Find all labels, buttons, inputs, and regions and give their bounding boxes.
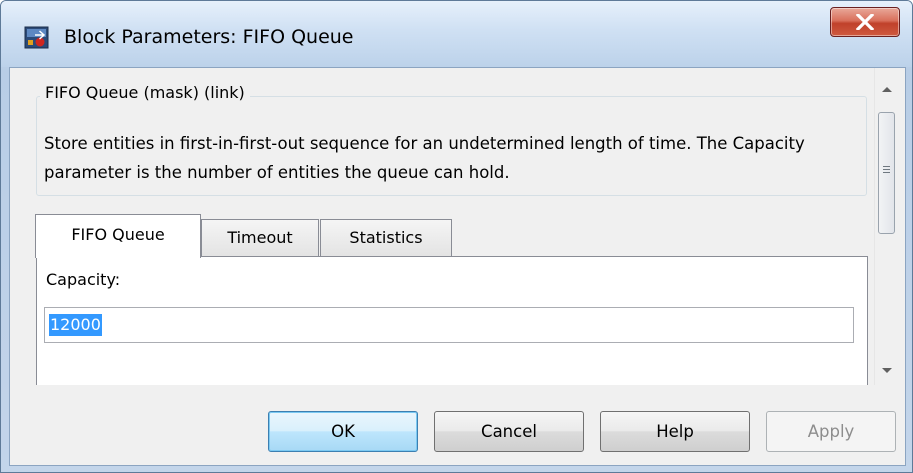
ok-button[interactable]: OK xyxy=(268,411,418,452)
capacity-input[interactable]: 12000 xyxy=(44,307,854,343)
tab-fifo-queue[interactable]: FIFO Queue xyxy=(35,214,201,258)
cancel-button[interactable]: Cancel xyxy=(434,411,584,452)
title-bar[interactable]: Block Parameters: FIFO Queue xyxy=(1,1,912,67)
parameters-scroll-area: FIFO Queue (mask) (link) Store entities … xyxy=(10,68,874,385)
chevron-down-icon[interactable] xyxy=(882,368,892,373)
button-row: OK Cancel Help Apply xyxy=(10,385,905,465)
capacity-value[interactable]: 12000 xyxy=(49,314,102,336)
capacity-label: Capacity: xyxy=(46,270,121,289)
tab-label: FIFO Queue xyxy=(71,225,165,244)
tab-statistics[interactable]: Statistics xyxy=(320,219,452,257)
close-icon xyxy=(856,14,874,30)
group-legend: FIFO Queue (mask) (link) xyxy=(40,83,250,102)
close-button[interactable] xyxy=(830,7,900,37)
help-button[interactable]: Help xyxy=(600,411,750,452)
scrollbar-grip-icon xyxy=(883,166,890,174)
tab-label: Timeout xyxy=(227,228,293,247)
tab-label: Statistics xyxy=(349,228,423,247)
simulink-block-icon[interactable] xyxy=(24,26,49,49)
dialog-client-area: FIFO Queue (mask) (link) Store entities … xyxy=(9,67,906,466)
block-description: Store entities in first-in-first-out seq… xyxy=(44,134,805,182)
dialog-window: Block Parameters: FIFO Queue FIFO Queue … xyxy=(0,0,913,473)
tab-timeout[interactable]: Timeout xyxy=(201,219,319,257)
chevron-up-icon[interactable] xyxy=(882,87,892,92)
apply-button[interactable]: Apply xyxy=(766,411,896,452)
vertical-scrollbar[interactable] xyxy=(874,68,898,385)
window-title: Block Parameters: FIFO Queue xyxy=(64,26,354,48)
